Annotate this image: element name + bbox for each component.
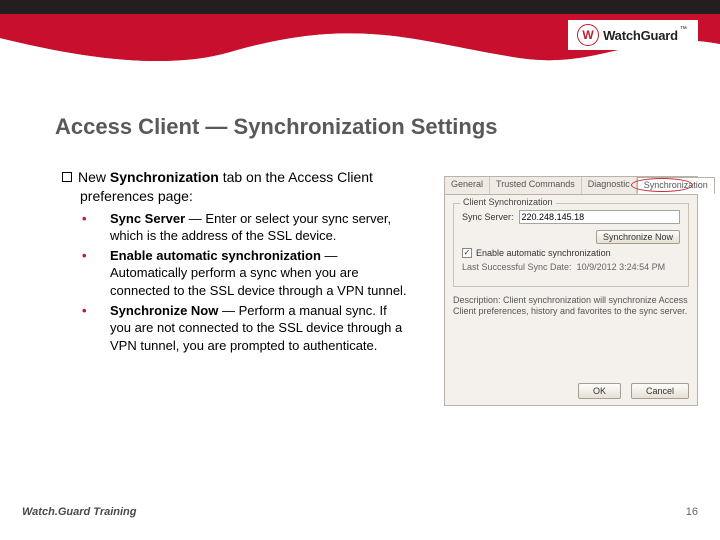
brand-logo: W WatchGuard ™ — [568, 20, 698, 50]
trademark-icon: ™ — [680, 26, 687, 33]
sync-server-label: Sync Server: — [462, 212, 514, 222]
bullet-item: Synchronize Now — Perform a manual sync.… — [96, 302, 407, 355]
slide-body: New Synchronization tab on the Access Cl… — [62, 168, 407, 356]
footer-brand: Watch.Guard Training — [22, 506, 137, 518]
fieldset-legend: Client Synchronization — [460, 197, 556, 207]
enable-auto-label: Enable automatic synchronization — [476, 248, 611, 258]
last-sync-label: Last Successful Sync Date: — [462, 262, 572, 272]
cancel-button[interactable]: Cancel — [631, 383, 689, 399]
tab-diagnostic[interactable]: Diagnostic — [582, 177, 637, 194]
synchronize-now-button[interactable]: Synchronize Now — [596, 230, 680, 244]
ok-button[interactable]: OK — [578, 383, 621, 399]
sync-description: Description: Client synchronization will… — [453, 295, 689, 318]
page-number: 16 — [686, 506, 698, 518]
tab-general[interactable]: General — [445, 177, 490, 194]
tab-synchronization[interactable]: Synchronization — [637, 177, 715, 194]
tab-bar: General Trusted Commands Diagnostic Sync… — [445, 177, 697, 195]
enable-auto-checkbox[interactable]: ✓ — [462, 248, 472, 258]
square-bullet-icon — [62, 172, 72, 182]
last-sync-value: 10/9/2012 3:24:54 PM — [577, 262, 666, 272]
bullet-item: Enable automatic synchronization — Autom… — [96, 247, 407, 300]
page-title: Access Client — Synchronization Settings — [55, 114, 498, 140]
logo-text: WatchGuard — [603, 28, 678, 43]
sync-server-input[interactable] — [519, 210, 680, 224]
preferences-dialog: General Trusted Commands Diagnostic Sync… — [444, 176, 698, 406]
client-sync-fieldset: Client Synchronization Sync Server: Sync… — [453, 203, 689, 287]
tab-trusted-commands[interactable]: Trusted Commands — [490, 177, 582, 194]
logo-mark-icon: W — [577, 24, 599, 46]
lead-paragraph: New Synchronization tab on the Access Cl… — [62, 168, 407, 206]
bullet-item: Sync Server — Enter or select your sync … — [96, 210, 407, 245]
